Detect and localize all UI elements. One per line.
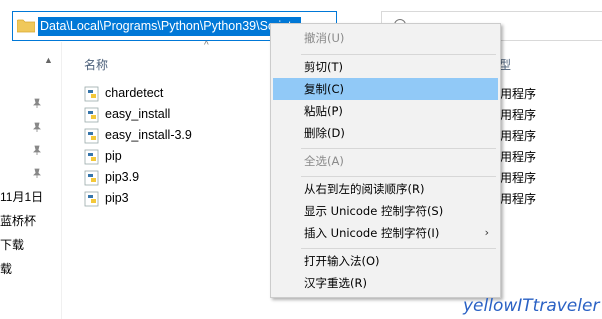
menu-item-paste[interactable]: 粘贴(P) xyxy=(273,100,498,122)
pin-icon xyxy=(33,145,41,155)
pin-icon xyxy=(33,168,41,178)
file-row[interactable]: pip3.9 xyxy=(84,168,274,188)
file-name: pip3 xyxy=(105,191,129,205)
file-type: 用程序 xyxy=(500,192,537,206)
nav-item[interactable]: 11月1日 xyxy=(0,188,43,205)
menu-separator xyxy=(301,176,496,177)
file-name: easy_install-3.9 xyxy=(105,128,192,142)
file-type: 用程序 xyxy=(500,108,537,122)
file-name: easy_install xyxy=(105,107,171,121)
file-row[interactable]: easy_install-3.9 xyxy=(84,126,274,146)
column-header-name[interactable]: 名称 xyxy=(84,56,108,73)
watermark: yellowITtraveler xyxy=(463,296,600,316)
menu-item-delete[interactable]: 删除(D) xyxy=(273,122,498,144)
menu-item-cut[interactable]: 剪切(T) xyxy=(273,56,498,78)
menu-item-select-all[interactable]: 全选(A) xyxy=(273,150,498,172)
file-name: pip xyxy=(105,149,122,163)
menu-separator xyxy=(301,54,496,55)
folder-icon xyxy=(17,19,35,33)
address-path-selected[interactable]: Data\Local\Programs\Python\Python39\Scri… xyxy=(38,17,301,36)
menu-separator xyxy=(301,148,496,149)
file-row[interactable]: easy_install xyxy=(84,105,274,125)
file-name: pip3.9 xyxy=(105,170,140,184)
python-file-icon xyxy=(84,149,99,165)
nav-item[interactable]: 蓝桥杯 xyxy=(0,212,36,229)
nav-item[interactable]: 载 xyxy=(0,260,12,277)
python-file-icon xyxy=(84,107,99,123)
menu-item-insert-unicode-label: 插入 Unicode 控制字符(I) xyxy=(304,226,440,240)
file-type: 用程序 xyxy=(500,87,537,101)
python-file-icon xyxy=(84,86,99,102)
menu-separator xyxy=(301,248,496,249)
navigation-pane[interactable]: ▲ 11月1日 蓝桥杯 下载 载 xyxy=(0,42,62,319)
file-type: 用程序 xyxy=(500,129,537,143)
python-file-icon xyxy=(84,128,99,144)
python-file-icon xyxy=(84,191,99,207)
file-row[interactable]: chardetect xyxy=(84,84,274,104)
menu-item-open-ime[interactable]: 打开输入法(O) xyxy=(273,250,498,272)
context-menu: 撤消(U) 剪切(T) 复制(C) 粘贴(P) 删除(D) 全选(A) 从右到左… xyxy=(270,23,501,298)
pin-icon xyxy=(33,122,41,132)
file-row[interactable]: pip3 xyxy=(84,189,274,209)
file-name: chardetect xyxy=(105,86,164,100)
menu-item-insert-unicode[interactable]: 插入 Unicode 控制字符(I) › xyxy=(273,222,498,244)
scroll-up-icon[interactable]: ▲ xyxy=(44,55,53,65)
pin-icon xyxy=(33,98,41,108)
python-file-icon xyxy=(84,170,99,186)
file-type: 用程序 xyxy=(500,150,537,164)
menu-item-copy[interactable]: 复制(C) xyxy=(273,78,498,100)
file-row[interactable]: pip xyxy=(84,147,274,167)
nav-item[interactable]: 下载 xyxy=(0,236,24,253)
menu-item-show-unicode[interactable]: 显示 Unicode 控制字符(S) xyxy=(273,200,498,222)
menu-item-reconversion[interactable]: 汉字重选(R) xyxy=(273,272,498,294)
chevron-right-icon: › xyxy=(484,226,489,239)
menu-item-undo[interactable]: 撤消(U) xyxy=(273,27,498,49)
menu-item-rtl-reading-order[interactable]: 从右到左的阅读顺序(R) xyxy=(273,178,498,200)
sort-ascending-icon: ^ xyxy=(204,40,209,51)
file-type: 用程序 xyxy=(500,171,537,185)
